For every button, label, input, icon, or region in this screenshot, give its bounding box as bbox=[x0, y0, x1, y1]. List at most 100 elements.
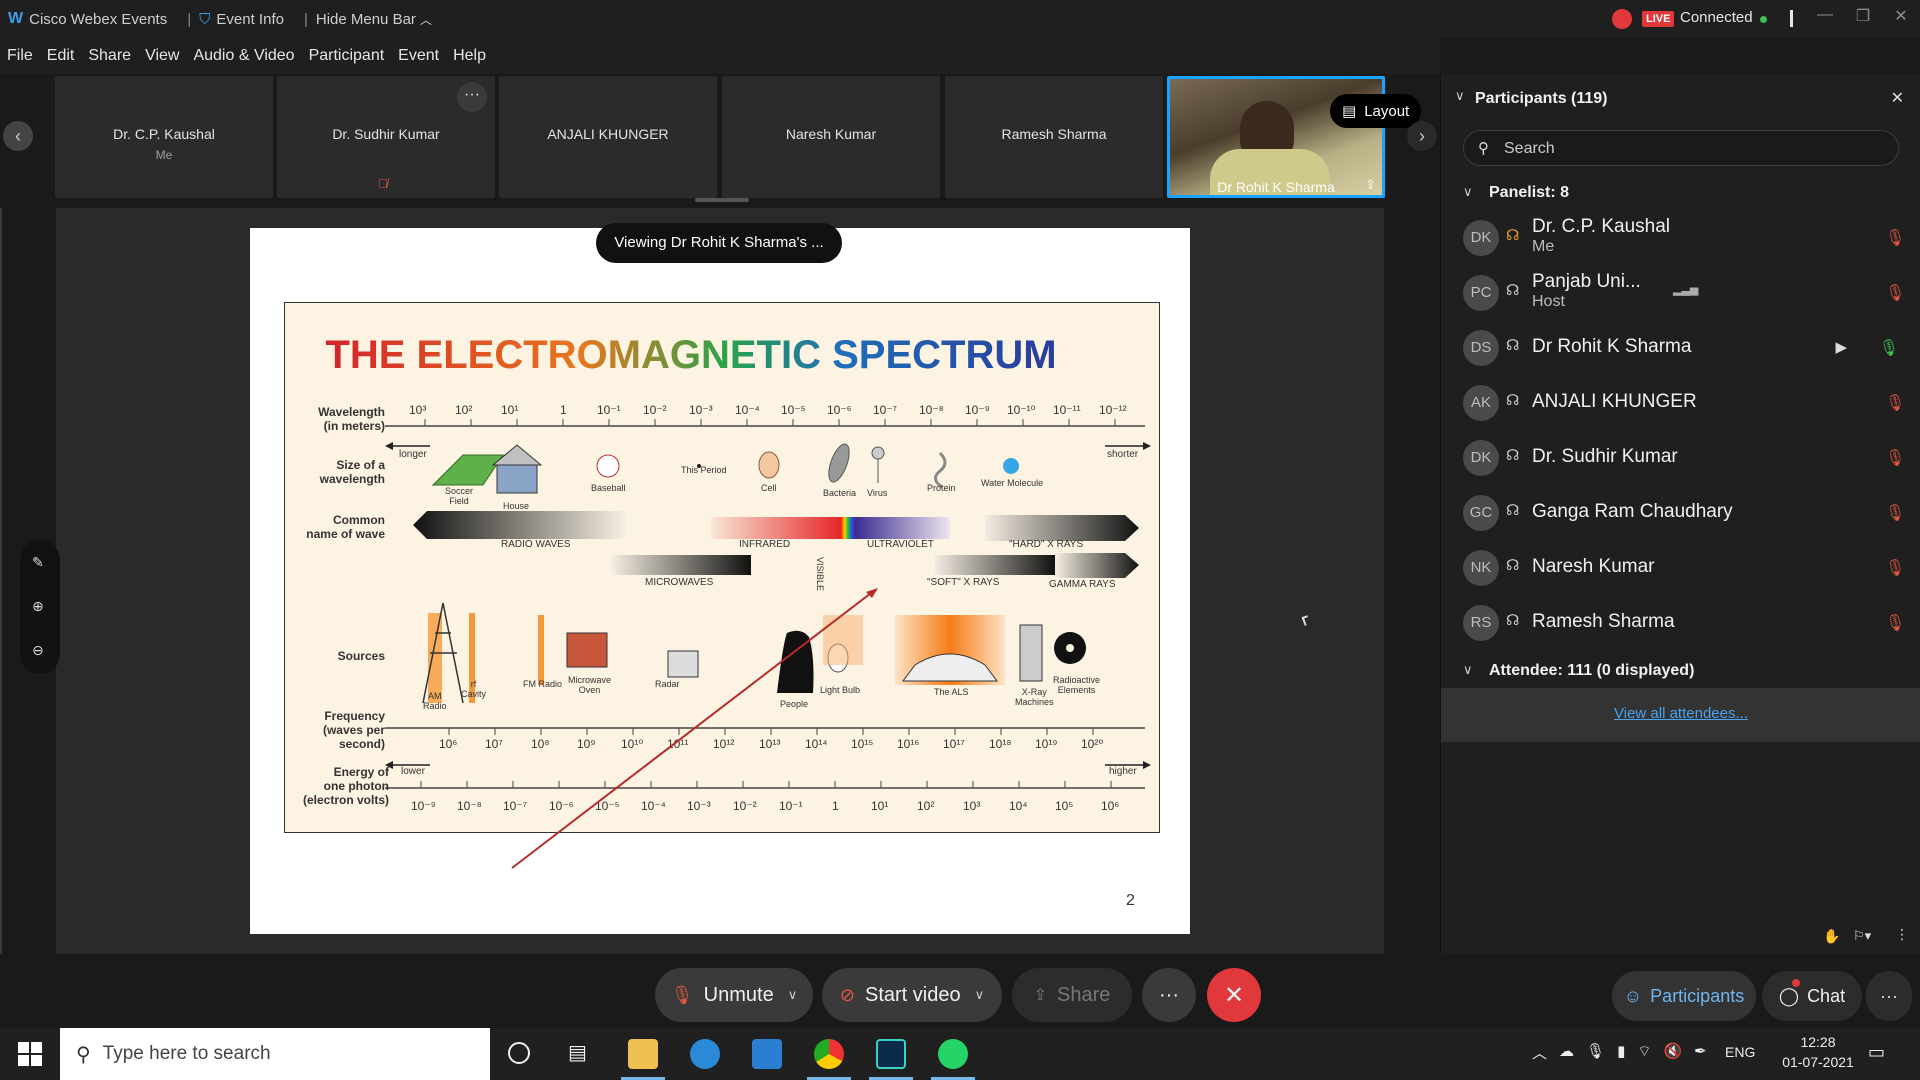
close-window-icon[interactable]: ✕ bbox=[1882, 6, 1920, 26]
menu-share[interactable]: Share bbox=[88, 47, 131, 65]
chrome-browser-icon[interactable] bbox=[814, 1039, 844, 1069]
edge-browser-icon[interactable] bbox=[690, 1039, 720, 1069]
zoom-out-icon[interactable]: ⊖ bbox=[32, 642, 44, 659]
menu-file[interactable]: File bbox=[7, 47, 33, 65]
participant-name: Dr. Sudhir Kumar bbox=[1532, 446, 1678, 467]
zoom-in-icon[interactable]: ⊕ bbox=[32, 598, 44, 615]
video-tile[interactable]: ··· Dr. Sudhir Kumar 🎙̸ bbox=[277, 76, 495, 198]
share-button[interactable]: ⇪ Share bbox=[1012, 968, 1132, 1022]
size-label-bacteria: Bacteria bbox=[823, 488, 857, 498]
layout-button[interactable]: ▤ Layout bbox=[1330, 94, 1422, 128]
participant-row[interactable]: DK ☊ Dr. C.P. Kaushal Me 🎙 bbox=[1441, 210, 1920, 265]
attendee-header[interactable]: Attendee: 111 (0 displayed) bbox=[1489, 662, 1694, 680]
panelist-collapse-icon[interactable]: ∨ bbox=[1463, 184, 1473, 200]
participant-row[interactable]: AK ☊ ANJALI KHUNGER 🎙 bbox=[1441, 375, 1920, 430]
cortana-icon[interactable] bbox=[508, 1042, 530, 1064]
chat-tab-button[interactable]: ◯ Chat bbox=[1762, 971, 1862, 1021]
menu-participant[interactable]: Participant bbox=[309, 47, 385, 65]
row-label-frequency: Frequency (waves per second) bbox=[322, 709, 385, 751]
tick-label: 10⁻³ bbox=[687, 799, 711, 813]
meeting-controls: 🎙 Unmute ∨ ⊘ Start video ∨ ⇪ Share ··· ✕… bbox=[0, 954, 1920, 1028]
clock-time[interactable]: 12:28 bbox=[1782, 1034, 1854, 1050]
chevron-down-icon[interactable]: ∨ bbox=[788, 987, 798, 1003]
person-icon: ☺ bbox=[1623, 985, 1643, 1006]
filmstrip-next-icon[interactable]: › bbox=[1407, 121, 1437, 151]
menu-edit[interactable]: Edit bbox=[47, 47, 75, 65]
event-info-button[interactable]: ⛉ Event Info bbox=[199, 11, 284, 28]
raise-hand-icon[interactable]: ✋ bbox=[1823, 928, 1840, 945]
start-video-button[interactable]: ⊘ Start video ∨ bbox=[822, 968, 1002, 1022]
panelist-header[interactable]: Panelist: 8 bbox=[1489, 184, 1569, 202]
more-options-button[interactable]: ··· bbox=[1142, 968, 1196, 1022]
filmstrip-resize-handle[interactable] bbox=[695, 198, 749, 202]
battery-icon[interactable]: ▮ bbox=[1617, 1042, 1625, 1063]
webex-app-icon[interactable] bbox=[876, 1039, 906, 1069]
task-view-icon[interactable]: ▤ bbox=[568, 1040, 587, 1065]
row-label-energy: Energy of one photon (electron volts) bbox=[302, 765, 389, 807]
participant-search-box[interactable]: ⚲ Search bbox=[1463, 130, 1899, 166]
system-tray: ︿ ☁ 🎙 ▮ ⌔ 🔇 ✒ bbox=[1532, 1042, 1707, 1063]
participant-row[interactable]: DS ☊ Dr Rohit K Sharma ▶ 🎙 bbox=[1441, 320, 1920, 375]
microphone-icon[interactable]: 🎙 bbox=[1586, 1042, 1605, 1063]
avatar: DK bbox=[1463, 440, 1499, 476]
video-tile[interactable]: Dr. C.P. Kaushal Me bbox=[55, 76, 273, 198]
headset-icon: ☊ bbox=[1506, 392, 1520, 409]
menu-help[interactable]: Help bbox=[453, 47, 486, 65]
volume-muted-icon[interactable]: 🔇 bbox=[1663, 1042, 1682, 1063]
minimize-icon[interactable]: — bbox=[1806, 6, 1844, 26]
taskbar-search-box[interactable]: ⚲ Type here to search bbox=[60, 1028, 490, 1080]
tick-label: 10⁵ bbox=[1055, 799, 1074, 813]
hide-menu-bar-button[interactable]: Hide Menu Bar ︿ bbox=[316, 11, 432, 28]
notification-center-icon[interactable]: ▭ bbox=[1868, 1042, 1885, 1063]
participant-row[interactable]: RS ☊ Ramesh Sharma 🎙 bbox=[1441, 595, 1920, 650]
pen-icon[interactable]: ✒ bbox=[1694, 1042, 1707, 1063]
windows-start-icon[interactable] bbox=[18, 1042, 42, 1066]
mic-active-icon[interactable]: 🎙 bbox=[1879, 338, 1899, 358]
wifi-icon[interactable]: ⌔ bbox=[1637, 1042, 1651, 1063]
tick-label: 10⁻⁷ bbox=[503, 799, 528, 813]
view-all-attendees-link[interactable]: View all attendees... bbox=[1441, 705, 1920, 722]
panel-close-icon[interactable]: ✕ bbox=[1891, 88, 1904, 108]
chevron-up-icon[interactable]: ︿ bbox=[1532, 1042, 1547, 1063]
menu-event[interactable]: Event bbox=[398, 47, 439, 65]
panel-more-button[interactable]: ··· bbox=[1866, 971, 1912, 1021]
mic-muted-icon[interactable]: 🎙 bbox=[1885, 228, 1905, 248]
participant-row[interactable]: NK ☊ Naresh Kumar 🎙 bbox=[1441, 540, 1920, 595]
language-indicator[interactable]: ENG bbox=[1725, 1044, 1755, 1060]
video-tile[interactable]: Ramesh Sharma bbox=[945, 76, 1163, 198]
participant-row[interactable]: DK ☊ Dr. Sudhir Kumar 🎙 bbox=[1441, 430, 1920, 485]
mic-muted-icon[interactable]: 🎙 bbox=[1885, 448, 1905, 468]
mic-muted-icon[interactable]: 🎙 bbox=[1885, 503, 1905, 523]
video-tile[interactable]: Naresh Kumar bbox=[722, 76, 940, 198]
attendee-collapse-icon[interactable]: ∨ bbox=[1463, 662, 1473, 678]
annotate-pen-icon[interactable]: ✎ bbox=[32, 554, 44, 571]
unmute-button[interactable]: 🎙 Unmute ∨ bbox=[655, 968, 813, 1022]
am-radio-glow bbox=[428, 613, 442, 703]
tick-label: 10⁸ bbox=[531, 737, 550, 751]
mic-muted-icon[interactable]: 🎙 bbox=[1885, 613, 1905, 633]
participant-row[interactable]: PC ☊ Panjab Uni... Host ▂▃▅ 🎙 bbox=[1441, 265, 1920, 320]
onedrive-cloud-icon[interactable]: ☁ bbox=[1559, 1042, 1574, 1063]
file-explorer-icon[interactable] bbox=[628, 1039, 658, 1069]
filmstrip-prev-icon[interactable]: ‹ bbox=[3, 121, 33, 151]
record-icon[interactable] bbox=[1612, 9, 1632, 29]
video-tile[interactable]: ANJALI KHUNGER bbox=[499, 76, 717, 198]
chevron-down-icon[interactable]: ∨ bbox=[975, 987, 985, 1003]
mail-icon[interactable] bbox=[752, 1039, 782, 1069]
clock-date[interactable]: 01-07-2021 bbox=[1774, 1054, 1862, 1070]
panel-more-icon[interactable]: ⋮ bbox=[1895, 926, 1909, 943]
leave-meeting-button[interactable]: ✕ bbox=[1207, 968, 1261, 1022]
menu-view[interactable]: View bbox=[145, 47, 179, 65]
whatsapp-icon[interactable] bbox=[938, 1039, 968, 1069]
mic-muted-icon[interactable]: 🎙 bbox=[1885, 393, 1905, 413]
panel-collapse-icon[interactable]: ∨ bbox=[1455, 88, 1465, 104]
reaction-dropdown-icon[interactable]: ⚐▾ bbox=[1853, 928, 1871, 944]
participants-tab-button[interactable]: ☺ Participants bbox=[1612, 971, 1756, 1021]
row-label-wavelength: Wavelength (in meters) bbox=[318, 405, 385, 433]
restore-icon[interactable]: ❐ bbox=[1844, 6, 1882, 26]
more-options-button[interactable]: ··· bbox=[457, 82, 487, 112]
mic-muted-icon[interactable]: 🎙 bbox=[1885, 558, 1905, 578]
participant-row[interactable]: GC ☊ Ganga Ram Chaudhary 🎙 bbox=[1441, 485, 1920, 540]
menu-audio-video[interactable]: Audio & Video bbox=[193, 47, 294, 65]
mic-muted-icon[interactable]: 🎙 bbox=[1885, 283, 1905, 303]
